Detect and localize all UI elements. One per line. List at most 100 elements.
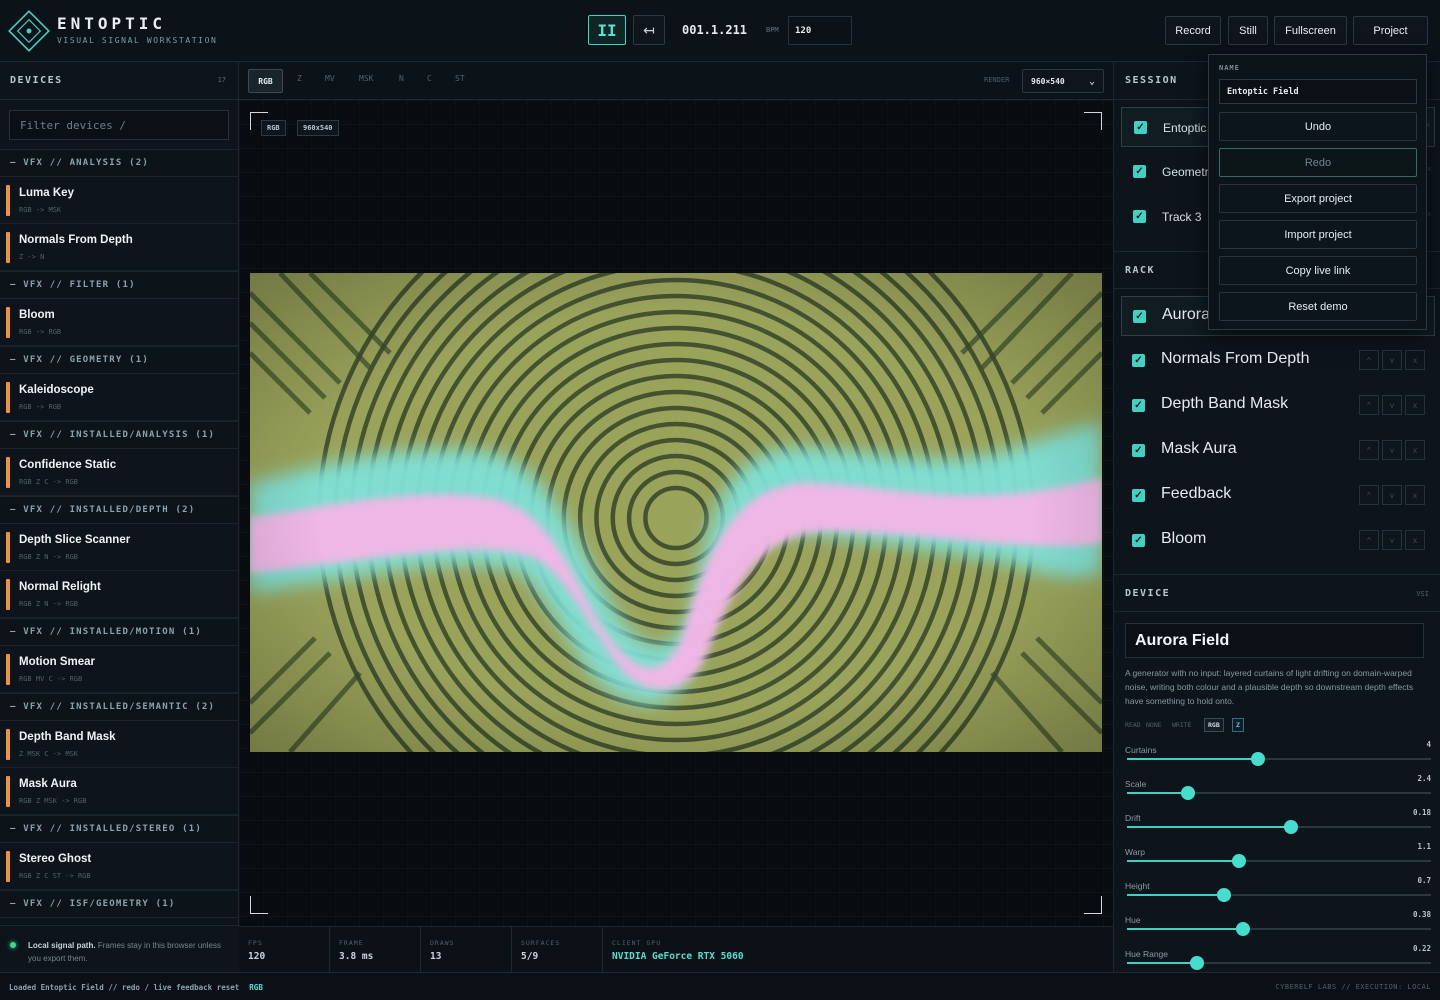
remove-track-icon[interactable]: x: [1427, 122, 1431, 129]
tab-rgb[interactable]: RGB: [248, 69, 283, 93]
tab-st[interactable]: ST: [455, 74, 465, 83]
rewind-button[interactable]: ↤: [633, 15, 665, 45]
device-group-header[interactable]: – VFX // INSTALLED/MOTION (1): [0, 618, 238, 646]
rack-item-normals-from-depth[interactable]: ✓ Normals From Depth ^ v x: [1121, 341, 1435, 381]
rack-item-feedback[interactable]: ✓ Feedback ^ v x: [1121, 476, 1435, 516]
tab-c[interactable]: C: [427, 74, 432, 83]
tab-n[interactable]: N: [399, 74, 404, 83]
still-button[interactable]: Still: [1228, 16, 1268, 45]
undo-button[interactable]: Undo: [1219, 112, 1417, 141]
move-down-button[interactable]: v: [1382, 350, 1402, 370]
move-up-button[interactable]: ^: [1359, 485, 1379, 505]
device-group-header[interactable]: – VFX // ANALYSIS (2): [0, 149, 238, 177]
status-channel: RGB: [249, 983, 263, 992]
remove-button[interactable]: x: [1405, 395, 1425, 415]
checkbox-icon[interactable]: ✓: [1132, 444, 1145, 457]
checkbox-icon[interactable]: ✓: [1132, 534, 1145, 547]
param-label: Warp: [1125, 847, 1145, 857]
device-item-bloom[interactable]: Bloom RGB -> RGB: [0, 299, 238, 346]
device-group-header[interactable]: – VFX // FILTER (1): [0, 271, 238, 299]
checkbox-icon[interactable]: ✓: [1134, 121, 1147, 134]
export-project-button[interactable]: Export project: [1219, 184, 1417, 213]
device-item-name: Normals From Depth: [19, 234, 133, 246]
remove-track-icon[interactable]: x: [1428, 211, 1432, 218]
device-accent-bar: [6, 307, 10, 338]
frame-corner-bl: [250, 896, 268, 914]
render-canvas[interactable]: [250, 273, 1102, 752]
move-up-button[interactable]: ^: [1359, 440, 1379, 460]
move-up-button[interactable]: ^: [1359, 395, 1379, 415]
bpm-input[interactable]: 120: [788, 16, 852, 45]
device-item-motion-smear[interactable]: Motion Smear RGB MV C -> RGB: [0, 646, 238, 693]
device-name-field[interactable]: Aurora Field: [1125, 623, 1424, 658]
param-slider-thumb[interactable]: [1250, 752, 1265, 766]
param-slider-thumb[interactable]: [1284, 820, 1299, 834]
checkbox-icon[interactable]: ✓: [1133, 165, 1146, 178]
move-up-button[interactable]: ^: [1359, 350, 1379, 370]
checkbox-icon[interactable]: ✓: [1133, 210, 1146, 223]
remove-track-icon[interactable]: x: [1428, 166, 1432, 173]
redo-button[interactable]: Redo: [1219, 148, 1417, 177]
devices-sidebar: DEVICES 17 Filter devices / – VFX // ANA…: [0, 62, 239, 972]
device-item-depth-band-mask[interactable]: Depth Band Mask Z MSK C -> MSK: [0, 721, 238, 768]
param-slider-thumb[interactable]: [1235, 922, 1250, 936]
rack-title: RACK: [1125, 265, 1156, 276]
import-project-button[interactable]: Import project: [1219, 220, 1417, 249]
tab-z[interactable]: Z: [297, 74, 302, 83]
device-item-normal-relight[interactable]: Normal Relight RGB Z N -> RGB: [0, 571, 238, 618]
pause-button[interactable]: II: [588, 15, 626, 45]
device-item-stereo-ghost[interactable]: Stereo Ghost RGB Z C ST -> RGB: [0, 843, 238, 890]
remove-button[interactable]: x: [1405, 530, 1425, 550]
device-group-header[interactable]: – VFX // INSTALLED/DEPTH (2): [0, 496, 238, 524]
move-down-button[interactable]: v: [1382, 440, 1402, 460]
rack-item-bloom[interactable]: ✓ Bloom ^ v x: [1121, 521, 1435, 561]
device-group-header[interactable]: – VFX // INSTALLED/STEREO (1): [0, 815, 238, 843]
viewport[interactable]: RGB 960x540: [239, 100, 1113, 926]
checkbox-icon[interactable]: ✓: [1132, 399, 1145, 412]
device-item-luma-key[interactable]: Luma Key RGB -> MSK: [0, 177, 238, 224]
fullscreen-button[interactable]: Fullscreen: [1274, 16, 1347, 45]
bpm-label: BPM: [766, 26, 779, 34]
device-group-header[interactable]: – VFX // GEOMETRY (1): [0, 346, 238, 374]
device-group-header[interactable]: – VFX // ISF/GEOMETRY (1): [0, 890, 238, 918]
remove-button[interactable]: x: [1405, 350, 1425, 370]
device-item-kaleidoscope[interactable]: Kaleidoscope RGB -> RGB: [0, 374, 238, 421]
move-up-button[interactable]: ^: [1359, 530, 1379, 550]
tab-mv[interactable]: MV: [325, 74, 335, 83]
tab-msk[interactable]: MSK: [359, 74, 373, 83]
project-button[interactable]: Project: [1353, 16, 1428, 45]
param-slider-thumb[interactable]: [1180, 786, 1195, 800]
reset-demo-button[interactable]: Reset demo: [1219, 292, 1417, 321]
project-name-input[interactable]: Entoptic Field: [1219, 79, 1417, 104]
checkbox-icon[interactable]: ✓: [1132, 354, 1145, 367]
device-item-normals-from-depth[interactable]: Normals From Depth Z -> N: [0, 224, 238, 271]
move-down-button[interactable]: v: [1382, 530, 1402, 550]
device-item-depth-slice-scanner[interactable]: Depth Slice Scanner RGB Z N -> RGB: [0, 524, 238, 571]
device-description: A generator with no input: layered curta…: [1125, 668, 1414, 706]
rack-item-label: Mask Aura: [1161, 440, 1237, 457]
rack-item-mask-aura[interactable]: ✓ Mask Aura ^ v x: [1121, 431, 1435, 471]
device-group-header[interactable]: – VFX // INSTALLED/ANALYSIS (1): [0, 421, 238, 449]
device-item-mask-aura[interactable]: Mask Aura RGB Z MSK -> RGB: [0, 768, 238, 815]
param-label: Hue: [1125, 915, 1141, 925]
checkbox-icon[interactable]: ✓: [1132, 489, 1145, 502]
session-track-label: Entoptic: [1163, 121, 1207, 135]
device-group-header[interactable]: – VFX // INSTALLED/SEMANTIC (2): [0, 693, 238, 721]
rack-item-depth-band-mask[interactable]: ✓ Depth Band Mask ^ v x: [1121, 386, 1435, 426]
checkbox-icon[interactable]: ✓: [1133, 310, 1146, 323]
copy-live-link-button[interactable]: Copy live link: [1219, 256, 1417, 285]
remove-button[interactable]: x: [1405, 485, 1425, 505]
move-down-button[interactable]: v: [1382, 395, 1402, 415]
read-value: NONE: [1146, 721, 1162, 729]
remove-button[interactable]: x: [1405, 440, 1425, 460]
device-item-confidence-static[interactable]: Confidence Static RGB Z C -> RGB: [0, 449, 238, 496]
param-slider-thumb[interactable]: [1232, 854, 1247, 868]
param-slider-thumb[interactable]: [1189, 956, 1204, 970]
device-item-name: Bloom: [19, 309, 55, 321]
move-down-button[interactable]: v: [1382, 485, 1402, 505]
filter-devices-input[interactable]: Filter devices /: [9, 110, 229, 140]
devices-title: DEVICES: [10, 75, 63, 86]
render-size-select[interactable]: 960×540 ⌄: [1022, 69, 1104, 93]
record-button[interactable]: Record: [1165, 16, 1221, 45]
param-slider-thumb[interactable]: [1217, 888, 1232, 902]
